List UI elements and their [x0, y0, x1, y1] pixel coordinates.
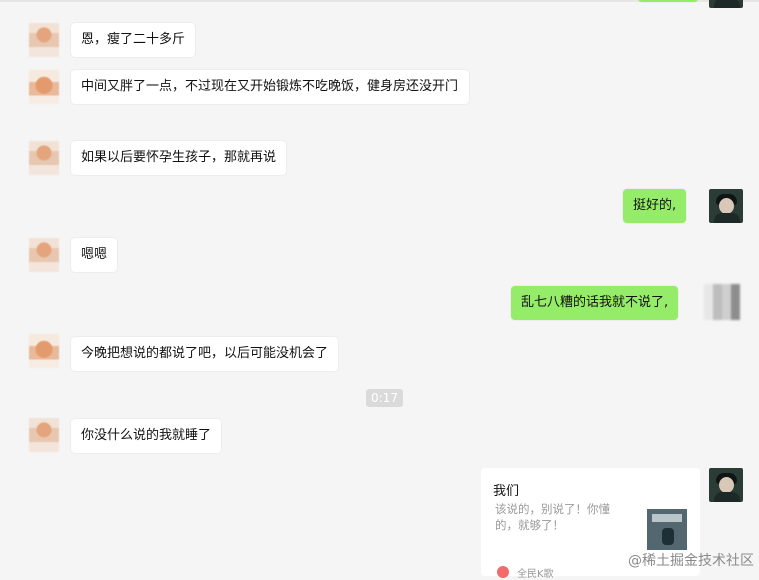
incoming-message-bubble[interactable]: 恩，瘦了二十多斤 — [71, 23, 196, 57]
karaoke-icon — [497, 566, 509, 578]
incoming-message-bubble[interactable]: 如果以后要怀孕生孩子，那就再说 — [71, 141, 287, 175]
message-text: 你没什么说的我就睡了 — [81, 428, 212, 443]
message-text: 嗯嗯 — [81, 247, 108, 262]
contact-avatar[interactable] — [29, 418, 59, 452]
contact-avatar[interactable] — [29, 23, 59, 57]
incoming-message-bubble[interactable]: 嗯嗯 — [71, 238, 118, 272]
message-text: 中间又胖了一点，不过现在又开始锻炼不吃晚饭，健身房还没开门 — [81, 79, 459, 94]
music-card-description: 该说的，别说了！你懂的，就够了！ — [495, 502, 610, 532]
watermark: @稀土掘金技术社区 — [628, 553, 754, 569]
outgoing-message-bubble[interactable]: 乱七八糟的话我就不说了, — [511, 286, 679, 320]
contact-avatar[interactable] — [29, 141, 59, 175]
message-text: 恩，瘦了二十多斤 — [81, 32, 186, 47]
contact-avatar[interactable] — [29, 334, 59, 368]
message-text: 如果以后要怀孕生孩子，那就再说 — [81, 150, 277, 165]
user-avatar[interactable] — [709, 0, 743, 8]
outgoing-message-bubble[interactable]: 挺好的, — [623, 189, 687, 223]
message-text: 挺好的, — [633, 198, 677, 213]
contact-avatar[interactable] — [29, 70, 59, 104]
contact-avatar[interactable] — [29, 238, 59, 272]
user-avatar[interactable] — [704, 284, 740, 320]
incoming-message-bubble[interactable]: 中间又胖了一点，不过现在又开始锻炼不吃晚饭，健身房还没开门 — [71, 70, 469, 104]
chat-timestamp: 0:17 — [366, 389, 403, 407]
music-card-source: 全民K歌 — [517, 569, 554, 580]
music-card-title: 我们 — [493, 484, 520, 499]
message-text: 今晚把想说的都说了吧，以后可能没机会了 — [81, 346, 329, 361]
user-avatar[interactable] — [709, 189, 743, 223]
music-card-thumbnail — [647, 509, 687, 550]
message-text: 乱七八糟的话我就不说了, — [521, 295, 669, 310]
partial-outgoing-bubble[interactable] — [638, 0, 698, 2]
incoming-message-bubble[interactable]: 今晚把想说的都说了吧，以后可能没机会了 — [71, 337, 339, 371]
incoming-message-bubble[interactable]: 你没什么说的我就睡了 — [71, 419, 222, 453]
user-avatar[interactable] — [709, 468, 743, 502]
